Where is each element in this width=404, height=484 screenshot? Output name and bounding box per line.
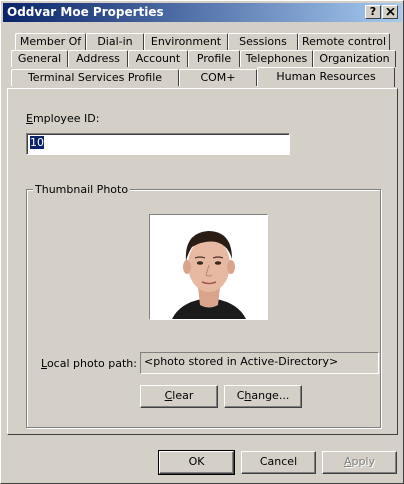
close-button[interactable]	[382, 5, 398, 19]
button-label: OK	[188, 455, 205, 468]
tab-label: Telephones	[245, 52, 308, 65]
tab-label: General	[17, 52, 62, 65]
close-icon	[386, 8, 395, 16]
tab-dial-in[interactable]: Dial-in	[86, 33, 144, 50]
tab-sessions[interactable]: Sessions	[228, 33, 298, 50]
tab-human-resources[interactable]: Human Resources	[257, 67, 395, 87]
thumbnail-photo-group-title: Thumbnail Photo	[33, 183, 131, 196]
tab-label: Organization	[319, 52, 390, 65]
tab-label: Address	[76, 52, 120, 65]
title-bar[interactable]: Oddvar Moe Properties ?	[3, 3, 402, 22]
local-photo-path-value: <photo stored in Active-Directory>	[144, 355, 339, 368]
ok-button[interactable]: OK	[158, 450, 235, 475]
portrait-image	[150, 215, 267, 319]
tab-label: Sessions	[239, 35, 287, 48]
button-label: pply	[351, 455, 376, 468]
properties-dialog: Oddvar Moe Properties ? Member Of Dial-i…	[0, 0, 404, 484]
thumbnail-photo	[149, 214, 268, 320]
employee-id-input[interactable]: 10	[26, 133, 290, 155]
clear-button[interactable]: Clear	[140, 385, 218, 408]
button-label: Cancel	[259, 455, 298, 468]
tab-remote-control[interactable]: Remote control	[298, 33, 390, 50]
tab-label: Terminal Services Profile	[27, 71, 163, 84]
tab-label: Human Resources	[276, 70, 376, 83]
tab-com-plus[interactable]: COM+	[179, 69, 257, 86]
local-photo-path-label: Local photo path:	[41, 357, 137, 370]
change-button[interactable]: Change...	[224, 385, 302, 408]
tab-label: Remote control	[301, 35, 387, 48]
tab-label: COM+	[200, 71, 236, 84]
accel-key: E	[26, 112, 33, 125]
tab-telephones[interactable]: Telephones	[240, 50, 313, 67]
tab-label: Member Of	[19, 35, 82, 48]
help-button[interactable]: ?	[365, 5, 381, 19]
tab-label: Environment	[150, 35, 222, 48]
tab-panel-human-resources: Employee ID: 10 Thumbnail Photo Local ph…	[7, 88, 398, 435]
tab-environment[interactable]: Environment	[144, 33, 228, 50]
tab-address[interactable]: Address	[68, 50, 128, 67]
tab-general[interactable]: General	[11, 50, 68, 67]
tab-label: Account	[135, 52, 181, 65]
employee-id-label: Employee ID:	[26, 112, 99, 125]
button-label: lear	[172, 389, 194, 402]
tab-account[interactable]: Account	[128, 50, 188, 67]
thumbnail-photo-group: Thumbnail Photo Local photo path: <photo…	[26, 183, 381, 428]
tab-label: Profile	[196, 52, 232, 65]
cancel-button[interactable]: Cancel	[241, 451, 316, 474]
button-label: ange...	[251, 389, 290, 402]
employee-id-value: 10	[30, 136, 44, 149]
help-icon: ?	[369, 5, 377, 18]
tab-terminal-services-profile[interactable]: Terminal Services Profile	[11, 69, 179, 86]
local-photo-path-field: <photo stored in Active-Directory>	[140, 352, 379, 374]
apply-button[interactable]: Apply	[322, 451, 397, 474]
tab-label: Dial-in	[97, 35, 133, 48]
accel-key: A	[343, 455, 352, 468]
label-text: mployee ID:	[32, 112, 100, 125]
label-text: ocal photo path:	[46, 357, 137, 370]
tab-profile[interactable]: Profile	[188, 50, 240, 67]
tab-member-of[interactable]: Member Of	[15, 33, 86, 50]
window-title: Oddvar Moe Properties	[7, 5, 164, 19]
tab-organization[interactable]: Organization	[313, 50, 396, 67]
